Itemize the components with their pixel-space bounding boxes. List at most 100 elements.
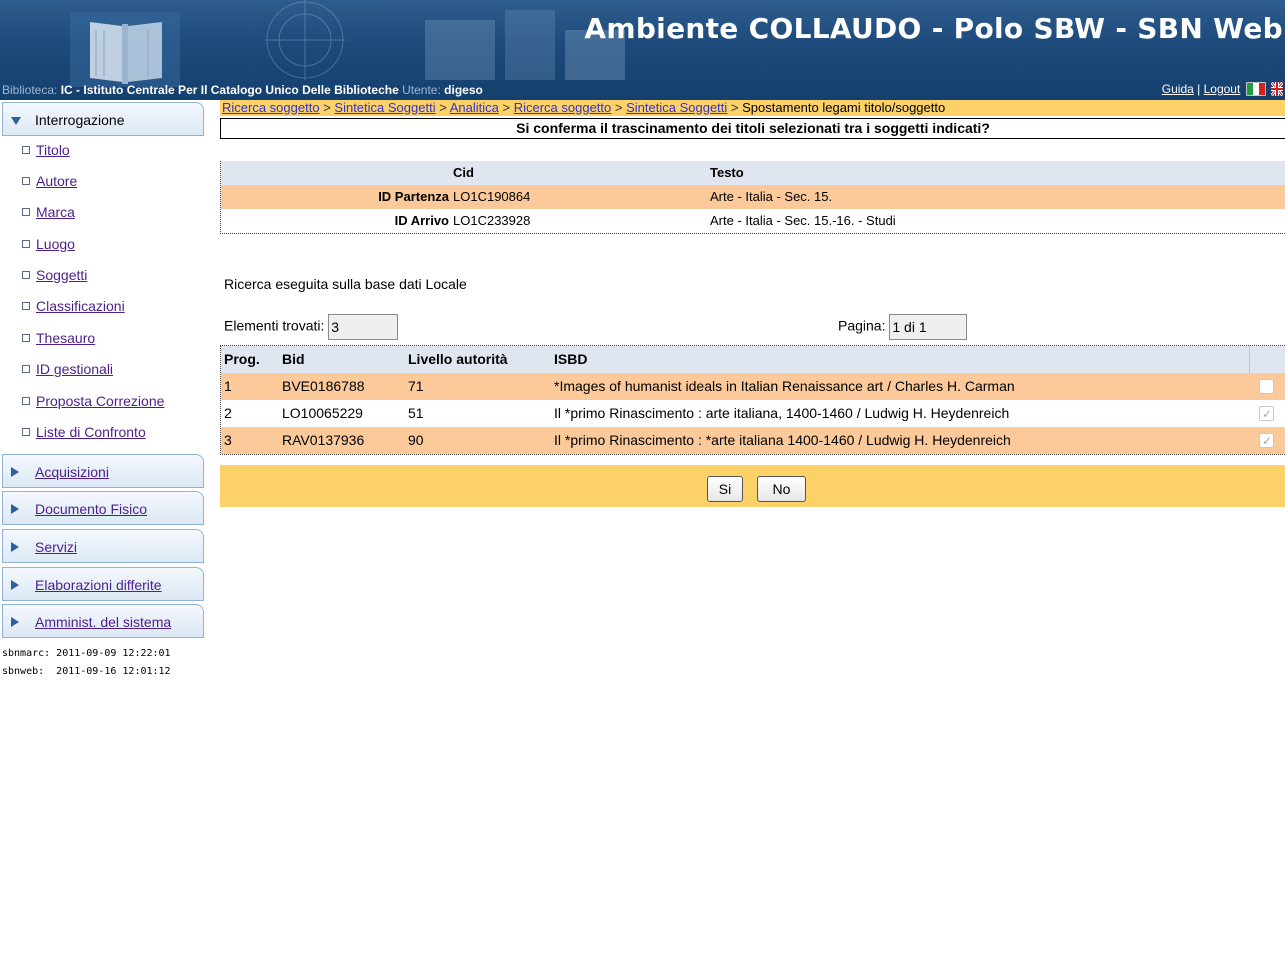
bullet-icon bbox=[22, 334, 30, 342]
bullet-icon bbox=[22, 428, 30, 436]
sidebar-item-soggetti[interactable]: Soggetti bbox=[22, 267, 87, 283]
no-button[interactable]: No bbox=[757, 476, 806, 502]
row-bid: RAV0137936 bbox=[282, 432, 365, 448]
ids-row-partenza: ID Partenza LO1C190864 Arte - Italia - S… bbox=[221, 185, 1285, 209]
col-cid-header: Cid bbox=[453, 165, 474, 180]
uk-flag-icon[interactable] bbox=[1271, 82, 1283, 96]
row-select-checkbox[interactable] bbox=[1259, 401, 1274, 428]
row-prog: 2 bbox=[224, 405, 232, 421]
breadcrumb-link[interactable]: Sintetica Soggetti bbox=[334, 100, 435, 115]
library-info: Biblioteca: IC - Istituto Centrale Per I… bbox=[2, 83, 483, 97]
bullet-icon bbox=[22, 146, 30, 154]
sidebar-item-titolo[interactable]: Titolo bbox=[22, 142, 70, 158]
row-select-checkbox[interactable] bbox=[1259, 379, 1274, 394]
bullet-icon bbox=[22, 240, 30, 248]
sidebar-section-label[interactable]: Acquisizioni bbox=[35, 464, 109, 480]
row-isbd: Il *primo Rinascimento : *arte italiana … bbox=[554, 432, 1011, 448]
row-livello: 71 bbox=[408, 378, 424, 394]
sidebar-item-label[interactable]: Soggetti bbox=[36, 267, 87, 283]
italian-flag-icon[interactable] bbox=[1245, 82, 1266, 96]
guida-link[interactable]: Guida bbox=[1162, 82, 1194, 96]
sidebar-section-elaborazioni-differite[interactable]: Elaborazioni differite bbox=[2, 567, 204, 601]
sidebar-section-servizi[interactable]: Servizi bbox=[2, 529, 204, 563]
column-divider bbox=[1249, 346, 1250, 373]
chevron-right-icon bbox=[11, 467, 19, 477]
table-row: 2 LO10065229 51 Il *primo Rinascimento :… bbox=[221, 400, 1285, 428]
sidebar-item-marca[interactable]: Marca bbox=[22, 204, 75, 220]
biblioteca-name: - Istituto Centrale Per Il Catalogo Unic… bbox=[72, 83, 399, 97]
sidebar-nav: Interrogazione Titolo Autore Marca Luogo… bbox=[0, 100, 210, 972]
sidebar-item-classificazioni[interactable]: Classificazioni bbox=[22, 298, 125, 314]
breadcrumb-separator: > bbox=[614, 100, 623, 115]
biblioteca-code: IC bbox=[60, 83, 73, 97]
logout-link[interactable]: Logout bbox=[1204, 82, 1241, 96]
breadcrumb-link[interactable]: Analitica bbox=[450, 100, 499, 115]
sbnmarc-timestamp: sbnmarc: 2011-09-09 12:22:01 bbox=[2, 648, 171, 659]
elements-found-value: 3 bbox=[328, 314, 399, 340]
breadcrumb-separator: > bbox=[323, 100, 331, 115]
results-table: Prog. Bid Livello autorità ISBD 1 BVE018… bbox=[220, 345, 1285, 455]
sidebar-section-interrogazione[interactable]: Interrogazione bbox=[2, 102, 204, 136]
col-prog-header: Prog. bbox=[224, 351, 260, 367]
table-row: 3 RAV0137936 90 Il *primo Rinascimento :… bbox=[221, 427, 1285, 455]
id-arrivo-label: ID Arrivo bbox=[394, 213, 449, 228]
row-livello: 90 bbox=[408, 432, 424, 448]
app-header: Ambiente COLLAUDO - Polo SBW - SBN Web B… bbox=[0, 0, 1285, 100]
sidebar-item-label[interactable]: Luogo bbox=[36, 236, 75, 252]
subject-ids-table: Cid Testo ID Partenza LO1C190864 Arte - … bbox=[220, 161, 1285, 234]
header-links: Guida | Logout bbox=[1162, 82, 1283, 96]
sidebar-section-label[interactable]: Amminist. del sistema bbox=[35, 614, 171, 630]
sidebar-section-label: Interrogazione bbox=[35, 112, 125, 128]
sidebar-item-label[interactable]: Thesauro bbox=[36, 330, 95, 346]
sidebar-item-liste-di-confronto[interactable]: Liste di Confronto bbox=[22, 424, 146, 440]
breadcrumb-link[interactable]: Sintetica Soggetti bbox=[626, 100, 727, 115]
sidebar-item-luogo[interactable]: Luogo bbox=[22, 236, 75, 252]
breadcrumb-separator: > bbox=[502, 100, 511, 115]
sidebar-section-label[interactable]: Documento Fisico bbox=[35, 501, 147, 517]
biblioteca-label: Biblioteca: bbox=[2, 83, 58, 97]
elements-found: Elementi trovati: 3 bbox=[224, 314, 399, 340]
row-select-checkbox[interactable] bbox=[1259, 428, 1274, 455]
bullet-icon bbox=[22, 177, 30, 185]
row-livello: 51 bbox=[408, 405, 424, 421]
id-partenza-testo: Arte - Italia - Sec. 15. bbox=[710, 189, 833, 204]
chevron-right-icon bbox=[11, 542, 19, 552]
row-prog: 1 bbox=[224, 378, 232, 394]
col-bid-header: Bid bbox=[282, 351, 305, 367]
row-bid: LO10065229 bbox=[282, 405, 363, 421]
id-partenza-cid: LO1C190864 bbox=[453, 189, 531, 204]
sidebar-section-amministrazione[interactable]: Amminist. del sistema bbox=[2, 604, 204, 638]
book-logo-icon bbox=[70, 12, 180, 87]
sidebar-section-documento-fisico[interactable]: Documento Fisico bbox=[2, 491, 204, 525]
sidebar-item-label[interactable]: Autore bbox=[36, 173, 77, 189]
sidebar-item-proposta-correzione[interactable]: Proposta Correzione bbox=[22, 393, 164, 409]
link-separator: | bbox=[1197, 82, 1201, 96]
breadcrumb: Ricerca soggetto > Sintetica Soggetti > … bbox=[220, 100, 1285, 116]
sidebar-item-label[interactable]: Classificazioni bbox=[36, 298, 125, 314]
id-arrivo-testo: Arte - Italia - Sec. 15.-16. - Studi bbox=[710, 213, 896, 228]
utente-value: digeso bbox=[444, 83, 483, 97]
sidebar-item-thesauro[interactable]: Thesauro bbox=[22, 330, 95, 346]
sidebar-item-autore[interactable]: Autore bbox=[22, 173, 77, 189]
sidebar-item-label[interactable]: Proposta Correzione bbox=[36, 393, 164, 409]
sidebar-item-label[interactable]: ID gestionali bbox=[36, 361, 113, 377]
breadcrumb-separator: > bbox=[730, 100, 739, 115]
row-prog: 3 bbox=[224, 432, 232, 448]
row-isbd: *Images of humanist ideals in Italian Re… bbox=[554, 378, 1015, 394]
sidebar-item-id-gestionali[interactable]: ID gestionali bbox=[22, 361, 113, 377]
breadcrumb-link[interactable]: Ricerca soggetto bbox=[222, 100, 320, 115]
row-isbd: Il *primo Rinascimento : arte italiana, … bbox=[554, 405, 1010, 421]
elements-found-label: Elementi trovati: bbox=[224, 317, 325, 334]
sidebar-item-label[interactable]: Marca bbox=[36, 204, 75, 220]
table-row: 1 BVE0186788 71 *Images of humanist idea… bbox=[221, 373, 1285, 400]
si-button[interactable]: Si bbox=[707, 476, 743, 502]
bullet-icon bbox=[22, 302, 30, 310]
sidebar-item-label[interactable]: Titolo bbox=[36, 142, 70, 158]
sidebar-section-acquisizioni[interactable]: Acquisizioni bbox=[2, 454, 204, 488]
sidebar-section-label[interactable]: Elaborazioni differite bbox=[35, 577, 162, 593]
id-arrivo-cid: LO1C233928 bbox=[453, 213, 531, 228]
sidebar-item-label[interactable]: Liste di Confronto bbox=[36, 424, 146, 440]
breadcrumb-link[interactable]: Ricerca soggetto bbox=[514, 100, 612, 115]
sidebar-section-label[interactable]: Servizi bbox=[35, 539, 77, 555]
id-partenza-label: ID Partenza bbox=[378, 189, 449, 204]
